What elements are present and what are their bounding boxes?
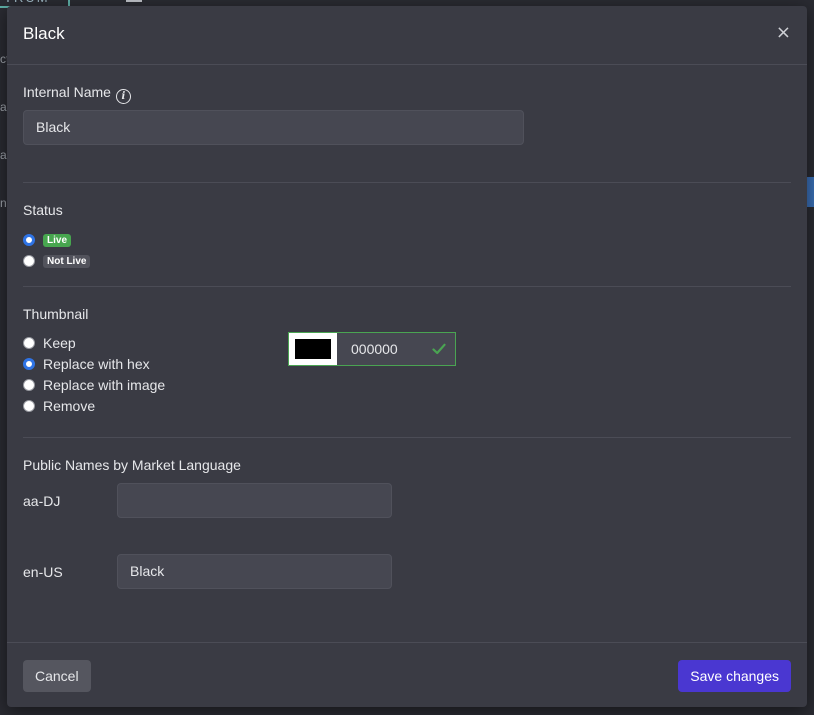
thumbnail-replace-hex-option[interactable]: Replace with hex [23,356,150,372]
thumbnail-keep-option[interactable]: Keep [23,335,76,351]
checkmark-icon [432,343,446,355]
thumbnail-remove-label: Remove [43,398,96,414]
thumbnail-keep-label: Keep [43,335,76,351]
hex-input[interactable]: 000000 [337,333,455,365]
divider [23,286,791,287]
dialog-header: Black × [7,6,807,65]
public-names-label: Public Names by Market Language [23,457,241,473]
divider [23,182,791,183]
edit-color-dialog: Black × Internal Name i Black Status Live… [7,6,807,707]
color-swatch [295,339,331,359]
info-icon[interactable]: i [115,89,131,104]
internal-name-label: Internal Name i [23,84,131,104]
background-highlight [806,177,814,207]
public-name-input-aa-dj[interactable] [117,483,392,518]
locale-label-aa-dj: aa-DJ [23,493,61,509]
locale-label-en-us: en-US [23,564,63,580]
public-name-input-en-us[interactable]: Black [117,554,392,589]
status-not-live-option[interactable]: Not Live [23,253,91,269]
not-live-badge: Not Live [43,254,91,268]
save-changes-button[interactable]: Save changes [678,660,791,692]
dialog-footer: Cancel Save changes [7,642,807,708]
sidebar-fragment: a [0,148,7,162]
close-icon[interactable]: × [776,24,791,42]
status-live-option[interactable]: Live [23,232,72,248]
thumbnail-replace-hex-radio[interactable] [23,358,35,370]
thumbnail-remove-option[interactable]: Remove [23,398,95,414]
cancel-button[interactable]: Cancel [23,660,91,692]
status-label: Status [23,202,63,218]
thumbnail-replace-image-label: Replace with image [43,377,166,393]
color-swatch-button[interactable] [289,333,337,365]
thumbnail-replace-hex-label: Replace with hex [43,356,150,372]
divider [23,437,791,438]
status-not-live-radio[interactable] [23,255,35,267]
internal-name-input[interactable]: Black [23,110,524,145]
hex-color-picker: 000000 [288,332,456,366]
sidebar-fragment: n [0,196,7,210]
live-badge: Live [43,233,72,247]
menu-icon [126,0,142,2]
thumbnail-replace-image-radio[interactable] [23,379,35,391]
thumbnail-label: Thumbnail [23,306,89,322]
dialog-title: Black [23,24,65,43]
thumbnail-replace-image-option[interactable]: Replace with image [23,377,165,393]
thumbnail-keep-radio[interactable] [23,337,35,349]
sidebar-fragment: a [0,100,7,114]
hex-value: 000000 [351,341,398,357]
thumbnail-remove-radio[interactable] [23,400,35,412]
internal-name-label-text: Internal Name [23,84,111,100]
status-live-radio[interactable] [23,234,35,246]
